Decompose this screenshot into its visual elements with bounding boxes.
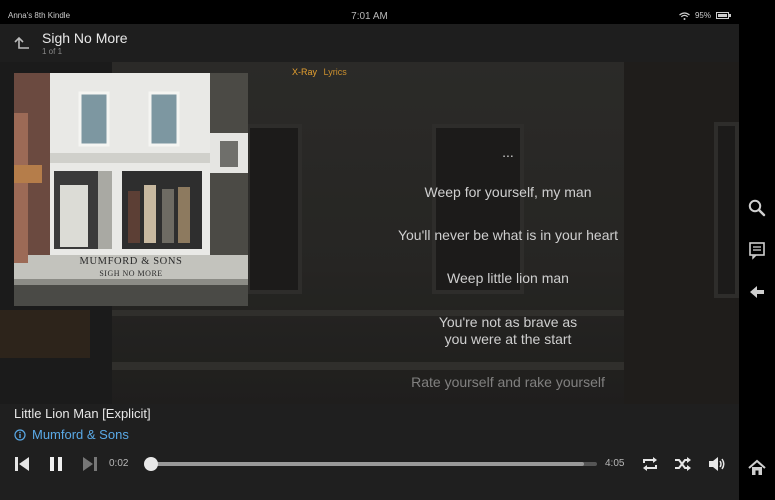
- lyric-line: Rate yourself and rake yourself: [411, 374, 605, 390]
- search-icon[interactable]: [747, 198, 767, 218]
- lyric-line: ...: [502, 144, 514, 160]
- battery-percent: 95%: [694, 11, 711, 20]
- title-bar: Sigh No More 1 of 1: [0, 24, 739, 62]
- album-band-text: MUMFORD & SONS: [80, 256, 183, 267]
- lyric-line: You're not as brave as: [438, 314, 578, 330]
- progress-slider[interactable]: [143, 457, 597, 471]
- total-duration: 4:05: [605, 458, 625, 469]
- now-playing-art-area: MUMFORD & SONS SIGH NO MORE X-Ray Lyrics…: [0, 62, 739, 404]
- battery-icon: [716, 12, 731, 19]
- shuffle-icon[interactable]: [673, 454, 693, 474]
- song-title: Little Lion Man [Explicit]: [14, 406, 151, 421]
- notes-icon[interactable]: [747, 240, 767, 260]
- lyric-line: Weep little lion man: [447, 270, 569, 286]
- artist-name[interactable]: Mumford & Sons: [32, 427, 129, 442]
- repeat-icon[interactable]: [640, 454, 660, 474]
- back-icon[interactable]: [747, 282, 767, 302]
- volume-icon[interactable]: [707, 454, 727, 474]
- player-controls: Little Lion Man [Explicit] Mumford & Son…: [0, 404, 739, 500]
- progress-buffered: [147, 462, 584, 466]
- progress-thumb[interactable]: [143, 457, 158, 471]
- clock: 7:01 AM: [351, 11, 388, 22]
- status-right: 95%: [679, 11, 731, 20]
- lyrics-panel: ... Weep for yourself, my man You'll nev…: [280, 62, 736, 404]
- elapsed-time: 0:02: [109, 458, 129, 469]
- status-bar: Anna's 8th Kindle 7:01 AM 95%: [0, 8, 739, 24]
- info-icon[interactable]: [14, 428, 26, 441]
- page-subtitle: 1 of 1: [42, 47, 63, 56]
- lyric-line: you were at the start: [444, 331, 572, 347]
- artist-link[interactable]: Mumford & Sons: [14, 427, 129, 442]
- page-title: Sigh No More: [42, 30, 128, 46]
- previous-track-icon[interactable]: [12, 454, 32, 474]
- album-title-text: SIGH NO MORE: [99, 269, 162, 278]
- pause-icon[interactable]: [46, 454, 66, 474]
- wifi-icon: [679, 11, 690, 20]
- album-cover-illustration: MUMFORD & SONS SIGH NO MORE: [14, 73, 248, 306]
- lyric-line: Weep for yourself, my man: [424, 184, 592, 200]
- lyric-line: You'll never be what is in your heart: [397, 227, 619, 243]
- home-icon[interactable]: [747, 458, 767, 478]
- back-arrow-icon[interactable]: [10, 33, 32, 53]
- navigation-rail: [739, 8, 775, 500]
- album-art: MUMFORD & SONS SIGH NO MORE: [14, 73, 248, 306]
- next-track-icon[interactable]: [80, 454, 100, 474]
